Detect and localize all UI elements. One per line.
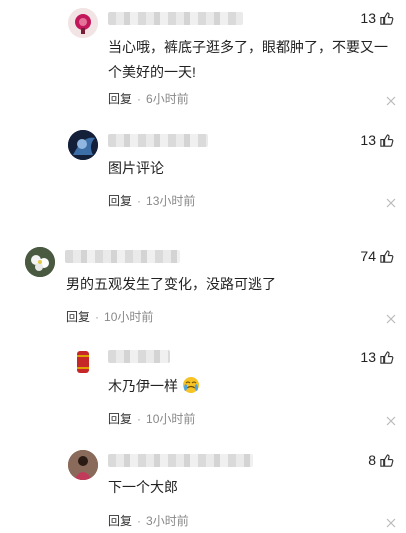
- reply-button[interactable]: 回复: [108, 192, 132, 209]
- crying-face-emoji-icon: [182, 377, 199, 393]
- like-button[interactable]: 8: [368, 452, 394, 468]
- username-blurred: [65, 250, 180, 263]
- comment-time: 13小时前: [146, 194, 196, 208]
- thumbs-up-icon: [380, 453, 394, 467]
- thumbs-up-icon: [380, 133, 394, 147]
- comment-time: 3小时前: [146, 514, 189, 528]
- comment-time: 10小时前: [146, 412, 196, 426]
- comment-meta: 回复 · 6小时前: [108, 90, 189, 107]
- separator-dot: ·: [137, 193, 142, 208]
- comment-meta: 回复 · 3小时前: [108, 512, 189, 529]
- dark-blue-avatar-icon: [68, 130, 98, 160]
- close-icon[interactable]: [386, 311, 396, 324]
- comment-text: 男的五观发生了变化，没路可逃了: [66, 276, 276, 292]
- close-icon[interactable]: [386, 515, 396, 528]
- thumbs-up-icon: [380, 249, 394, 263]
- user-avatar[interactable]: [68, 450, 98, 480]
- user-avatar[interactable]: [68, 130, 98, 160]
- reply-button[interactable]: 回复: [66, 308, 90, 325]
- red-lantern-avatar-icon: [68, 347, 98, 377]
- comment-text: 图片评论: [108, 160, 164, 176]
- comment-text-content: 木乃伊一样: [108, 378, 178, 394]
- separator-dot: ·: [137, 513, 142, 528]
- close-icon[interactable]: [386, 195, 396, 208]
- username-blurred: [108, 134, 208, 147]
- like-button[interactable]: 13: [360, 10, 394, 26]
- comment-meta: 回复 · 13小时前: [108, 192, 195, 209]
- like-count: 8: [368, 452, 376, 468]
- reply-button[interactable]: 回复: [108, 90, 132, 107]
- comment-text: 下一个大郎: [108, 479, 178, 495]
- like-count: 13: [360, 10, 376, 26]
- username-blurred: [108, 12, 243, 25]
- thumbs-up-icon: [380, 350, 394, 364]
- reply-button[interactable]: 回复: [108, 512, 132, 529]
- like-count: 13: [360, 349, 376, 365]
- thumbs-up-icon: [380, 11, 394, 25]
- white-flower-avatar-icon: [25, 247, 55, 277]
- user-avatar[interactable]: [25, 247, 55, 277]
- comment-time: 6小时前: [146, 92, 189, 106]
- like-button[interactable]: 13: [360, 132, 394, 148]
- like-button[interactable]: 74: [360, 248, 394, 264]
- comment-meta: 回复 · 10小时前: [66, 308, 153, 325]
- comment-time: 10小时前: [104, 310, 154, 324]
- username-blurred: [108, 350, 170, 363]
- like-count: 74: [360, 248, 376, 264]
- username-blurred: [108, 454, 253, 467]
- user-avatar[interactable]: [68, 347, 98, 377]
- person-photo-avatar-icon: [68, 450, 98, 480]
- comment-text: 木乃伊一样: [108, 374, 398, 399]
- close-icon[interactable]: [386, 93, 396, 106]
- separator-dot: ·: [95, 309, 100, 324]
- like-button[interactable]: 13: [360, 349, 394, 365]
- like-count: 13: [360, 132, 376, 148]
- pink-flower-avatar-icon: [68, 8, 98, 38]
- reply-button[interactable]: 回复: [108, 410, 132, 427]
- comment-text: 当心哦，裤底子逛多了，眼都肿了，不要又一个美好的一天!: [108, 39, 388, 80]
- separator-dot: ·: [137, 411, 142, 426]
- user-avatar[interactable]: [68, 8, 98, 38]
- separator-dot: ·: [137, 91, 142, 106]
- close-icon[interactable]: [386, 413, 396, 426]
- comment-meta: 回复 · 10小时前: [108, 410, 195, 427]
